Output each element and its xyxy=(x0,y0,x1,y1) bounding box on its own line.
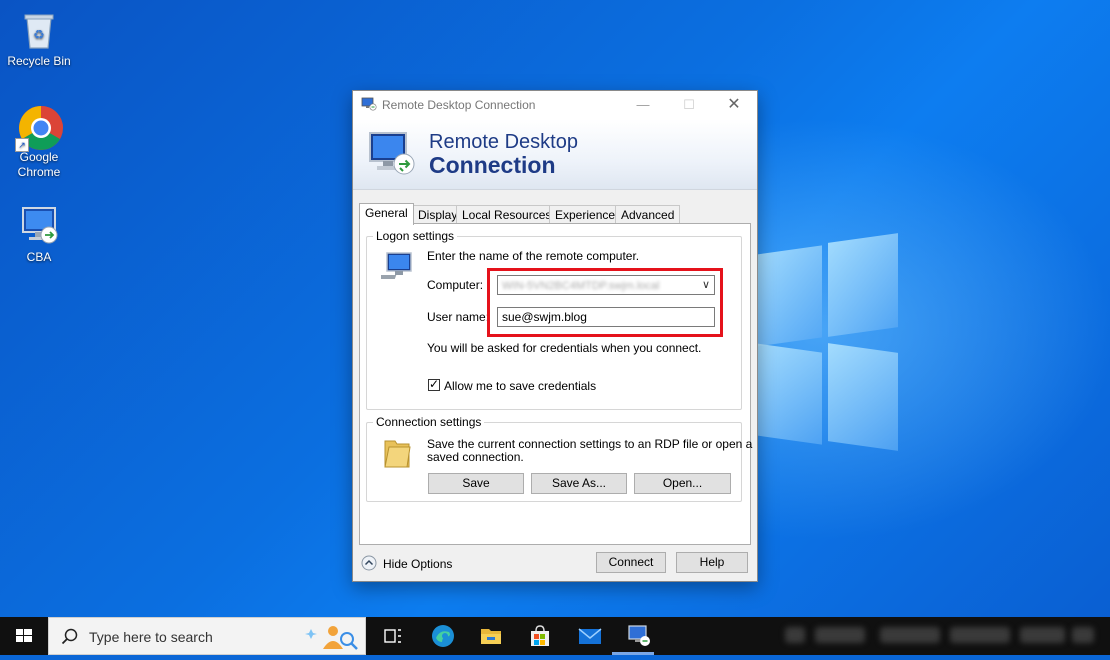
logon-settings-label: Logon settings xyxy=(373,229,458,243)
save-credentials-label: Allow me to save credentials xyxy=(444,379,597,393)
edge-icon xyxy=(432,625,454,647)
remote-desktop-dialog: Remote Desktop Connection — ☐ ✕ Remote D… xyxy=(352,90,758,582)
remote-desktop-icon xyxy=(367,127,417,177)
search-placeholder: Type here to search xyxy=(89,629,213,645)
credentials-note: You will be asked for credentials when y… xyxy=(427,341,702,355)
connection-settings-label: Connection settings xyxy=(373,415,485,429)
maximize-button[interactable]: ☐ xyxy=(666,91,712,119)
help-button[interactable]: Help xyxy=(676,552,748,573)
hide-options-label[interactable]: Hide Options xyxy=(383,557,452,571)
file-explorer-taskbar-button[interactable] xyxy=(478,623,504,649)
connect-button[interactable]: Connect xyxy=(596,552,666,573)
red-highlight-box xyxy=(487,268,723,337)
tab-general[interactable]: General xyxy=(359,203,414,225)
task-view-button[interactable] xyxy=(380,623,406,649)
chevron-up-icon xyxy=(361,555,377,571)
desktop-icon-chrome[interactable]: ↗ Google Chrome xyxy=(4,104,74,180)
store-taskbar-button[interactable] xyxy=(527,623,553,649)
remote-desktop-icon xyxy=(628,625,650,646)
tab-advanced[interactable]: Advanced xyxy=(615,205,681,224)
banner-title-line2: Connection xyxy=(429,152,556,178)
tray-icon-blurred xyxy=(815,627,865,643)
maximize-icon: ☐ xyxy=(683,97,695,112)
hide-options-toggle[interactable] xyxy=(361,555,377,571)
tray-icon-blurred xyxy=(1020,627,1065,643)
open-button[interactable]: Open... xyxy=(634,473,731,494)
start-button[interactable] xyxy=(0,617,48,655)
tray-clock-blurred xyxy=(950,627,1010,643)
close-button[interactable]: ✕ xyxy=(711,91,757,119)
recycle-bin-icon: ♻ xyxy=(17,8,61,52)
desktop-icon-recycle-bin[interactable]: ♻ Recycle Bin xyxy=(4,8,74,69)
folder-icon xyxy=(383,435,411,469)
save-credentials-checkbox[interactable] xyxy=(428,377,440,391)
mail-icon xyxy=(578,628,602,644)
chrome-icon: ↗ xyxy=(15,104,63,152)
file-explorer-icon xyxy=(481,629,501,644)
svg-text:♻: ♻ xyxy=(33,28,45,43)
minimize-button[interactable]: — xyxy=(620,91,666,119)
task-view-icon xyxy=(384,629,401,643)
window-title: Remote Desktop Connection xyxy=(382,98,536,112)
save-as-button[interactable]: Save As... xyxy=(531,473,627,494)
windows-wallpaper-logo xyxy=(748,220,898,470)
remote-desktop-icon xyxy=(17,204,61,248)
desktop-icon-label: CBA xyxy=(26,250,52,264)
tray-icon-blurred xyxy=(785,627,805,643)
edge-taskbar-button[interactable] xyxy=(430,623,456,649)
rdp-app-icon xyxy=(361,97,377,111)
connection-description-line2: saved connection. xyxy=(427,450,524,464)
search-icon xyxy=(61,628,78,645)
desktop-icon-cba[interactable]: CBA xyxy=(4,204,74,265)
remote-desktop-taskbar-button[interactable] xyxy=(626,623,652,649)
dialog-banner: Remote Desktop Connection xyxy=(353,119,757,190)
connection-settings-group: Connection settings Save the current con… xyxy=(366,415,752,502)
banner-title-line1: Remote Desktop xyxy=(429,131,578,153)
computer-label: Computer: xyxy=(427,278,484,292)
minimize-icon: — xyxy=(636,97,650,112)
tray-icon-blurred xyxy=(880,627,940,643)
taskbar-search-box[interactable]: Type here to search xyxy=(48,617,366,655)
general-tab-panel: Logon settings Enter the name of the rem… xyxy=(359,223,752,545)
tab-local-resources[interactable]: Local Resources xyxy=(456,205,558,224)
desktop-icon-label: Google Chrome xyxy=(17,150,61,179)
logon-instruction: Enter the name of the remote computer. xyxy=(427,249,640,263)
store-icon xyxy=(531,625,549,646)
windows-start-icon xyxy=(16,629,32,642)
mail-taskbar-button[interactable] xyxy=(577,623,603,649)
connection-description-line1: Save the current connection settings to … xyxy=(427,437,753,451)
save-button[interactable]: Save xyxy=(428,473,524,494)
search-highlight-illustration-icon xyxy=(305,626,358,650)
username-label: User name: xyxy=(427,310,490,324)
computer-icon xyxy=(372,251,415,281)
tab-experience[interactable]: Experience xyxy=(549,205,622,224)
close-icon: ✕ xyxy=(727,96,741,113)
title-bar[interactable]: Remote Desktop Connection — ☐ ✕ xyxy=(353,91,757,119)
notification-icon-blurred xyxy=(1072,627,1094,643)
desktop-icon-label: Recycle Bin xyxy=(7,54,71,68)
taskbar: Type here to search xyxy=(0,617,1110,655)
